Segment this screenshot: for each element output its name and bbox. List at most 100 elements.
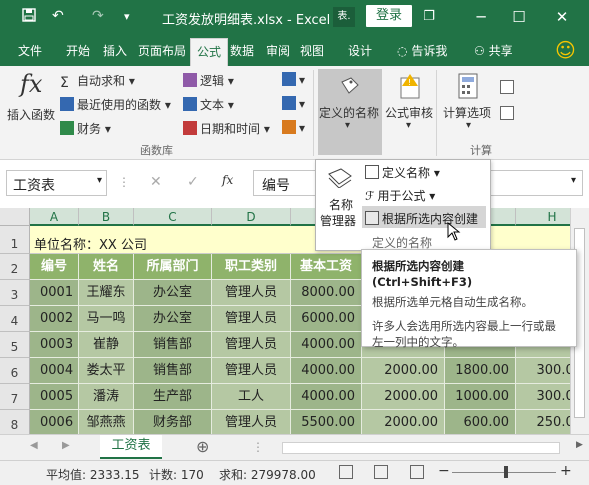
enter-icon[interactable]: ✓ <box>187 174 199 190</box>
name-box[interactable]: 工资表 ▾ <box>6 170 107 196</box>
data-cell[interactable]: 工人 <box>212 384 291 410</box>
row-header-8[interactable]: 8 <box>0 410 30 434</box>
tab-file[interactable]: 文件 <box>18 42 42 59</box>
minimize-button[interactable]: ─ <box>470 6 492 28</box>
data-cell[interactable]: 0005 <box>30 384 79 410</box>
scroll-right-icon[interactable]: ▶ <box>576 440 583 450</box>
data-cell[interactable]: 办公室 <box>134 280 212 306</box>
horizontal-scrollbar[interactable] <box>282 442 560 454</box>
data-cell[interactable]: 财务部 <box>134 410 212 434</box>
data-cell[interactable]: 8000.00 <box>291 280 362 306</box>
maximize-button[interactable]: ☐ <box>508 6 530 28</box>
data-cell[interactable]: 管理人员 <box>212 332 291 358</box>
data-cell[interactable]: 邹燕燕 <box>79 410 134 434</box>
header-cell[interactable]: 所属部门 <box>134 254 212 280</box>
row-header-2[interactable]: 2 <box>0 254 30 280</box>
tab-split-icon[interactable]: ⋮ <box>252 440 264 454</box>
tab-insert[interactable]: 插入 <box>103 42 127 59</box>
data-cell[interactable]: 管理人员 <box>212 306 291 332</box>
insert-function-button[interactable]: 插入函数 <box>7 106 55 123</box>
cancel-icon[interactable]: ✕ <box>150 174 162 190</box>
data-cell[interactable]: 马一鸣 <box>79 306 134 332</box>
row-header-6[interactable]: 6 <box>0 358 30 384</box>
close-button[interactable]: ✕ <box>551 6 573 28</box>
smile-icon[interactable]: ☺ <box>555 38 576 62</box>
data-cell[interactable]: 办公室 <box>134 306 212 332</box>
data-cell[interactable]: 2000.00 <box>362 384 445 410</box>
defined-names-button[interactable]: 定义的名称 <box>319 104 379 121</box>
add-sheet-button[interactable]: ⊕ <box>196 437 209 456</box>
formula-auditing-button[interactable]: 公式审核 <box>385 104 433 121</box>
data-cell[interactable]: 潘涛 <box>79 384 134 410</box>
calc-now-icon[interactable] <box>500 80 517 95</box>
recent-functions-button[interactable]: 最近使用的函数 ▾ <box>60 96 171 113</box>
header-cell[interactable]: 编号 <box>30 254 79 280</box>
calc-sheet-icon[interactable] <box>500 106 517 121</box>
data-cell[interactable]: 4000.00 <box>291 384 362 410</box>
zoom-in-button[interactable]: + <box>560 463 572 479</box>
data-cell[interactable]: 崔静 <box>79 332 134 358</box>
customize-qa-icon[interactable]: ▾ <box>124 10 130 23</box>
create-from-selection-button[interactable]: 根据所选内容创建 <box>365 210 478 227</box>
data-cell[interactable]: 0004 <box>30 358 79 384</box>
tab-home[interactable]: 开始 <box>66 42 90 59</box>
data-cell[interactable]: 管理人员 <box>212 358 291 384</box>
ribbon-display-icon[interactable]: ❐ <box>418 6 440 28</box>
login-button[interactable]: 登录 <box>366 5 412 27</box>
data-cell[interactable]: 管理人员 <box>212 410 291 434</box>
datetime-button[interactable]: 日期和时间 ▾ <box>183 120 270 137</box>
data-cell[interactable]: 娄太平 <box>79 358 134 384</box>
data-cell[interactable]: 4000.00 <box>291 358 362 384</box>
data-cell[interactable]: 管理人员 <box>212 280 291 306</box>
insert-fx-icon[interactable]: fx <box>222 173 233 187</box>
undo-icon[interactable]: ↶ <box>52 8 64 24</box>
header-cell[interactable]: 姓名 <box>79 254 134 280</box>
data-cell[interactable]: 5500.00 <box>291 410 362 434</box>
data-cell[interactable]: 4000.00 <box>291 332 362 358</box>
more-functions-button[interactable]: ▾ <box>282 120 305 135</box>
normal-view-icon[interactable] <box>339 465 353 479</box>
data-cell[interactable]: 0001 <box>30 280 79 306</box>
share-button[interactable]: ⚇ 共享 <box>474 42 513 59</box>
sheet-title-cell[interactable]: 单位名称：XX 公司 <box>34 234 147 253</box>
fx-icon[interactable]: fx <box>20 70 42 98</box>
row-header-7[interactable]: 7 <box>0 384 30 410</box>
tab-view[interactable]: 视图 <box>300 42 324 59</box>
zoom-out-button[interactable]: − <box>438 463 450 479</box>
data-cell[interactable]: 0006 <box>30 410 79 434</box>
define-name-button[interactable]: 定义名称 ▾ <box>365 164 440 181</box>
tab-design[interactable]: 设计 <box>348 42 372 59</box>
tab-data[interactable]: 数据 <box>230 42 254 59</box>
select-all-corner[interactable] <box>0 208 30 226</box>
tab-formulas[interactable]: 公式 <box>190 38 229 66</box>
tab-review[interactable]: 审阅 <box>266 42 290 59</box>
column-header-c[interactable]: C <box>134 208 212 226</box>
zoom-thumb[interactable] <box>504 466 508 478</box>
calc-options-button[interactable]: 计算选项 <box>443 104 491 121</box>
data-cell[interactable]: 0003 <box>30 332 79 358</box>
account-chip[interactable]: 表. <box>333 7 355 27</box>
financial-button[interactable]: 财务 ▾ <box>60 120 111 137</box>
data-cell[interactable]: 6000.00 <box>291 306 362 332</box>
data-cell[interactable]: 2000.00 <box>362 358 445 384</box>
page-break-view-icon[interactable] <box>410 465 424 479</box>
data-cell[interactable]: 销售部 <box>134 358 212 384</box>
row-header-1[interactable]: 1 <box>0 226 30 254</box>
row-header-5[interactable]: 5 <box>0 332 30 358</box>
save-icon[interactable] <box>22 8 36 26</box>
math-button[interactable]: ▾ <box>282 96 305 111</box>
data-cell[interactable]: 1000.00 <box>445 384 516 410</box>
column-header-d[interactable]: D <box>212 208 291 226</box>
data-cell[interactable]: 王耀东 <box>79 280 134 306</box>
use-in-formula-button[interactable]: ℱ 用于公式 ▾ <box>365 187 435 204</box>
text-button[interactable]: 文本 ▾ <box>183 96 234 113</box>
data-cell[interactable]: 2000.00 <box>362 410 445 434</box>
next-sheet-icon[interactable]: ▶ <box>62 440 70 451</box>
name-box-dropdown-icon[interactable]: ▾ <box>97 175 102 186</box>
expand-formula-icon[interactable]: ▾ <box>571 175 576 186</box>
data-cell[interactable]: 600.00 <box>445 410 516 434</box>
data-cell[interactable]: 0002 <box>30 306 79 332</box>
row-header-4[interactable]: 4 <box>0 306 30 332</box>
lookup-button[interactable]: ▾ <box>282 72 305 87</box>
prev-sheet-icon[interactable]: ◀ <box>30 440 38 451</box>
